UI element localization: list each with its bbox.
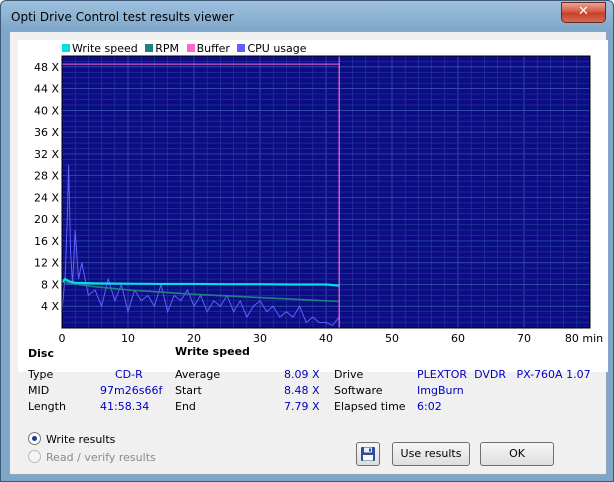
- client-area: Write speed RPM Buffer CPU usage 4 X8 X1…: [9, 31, 608, 475]
- x-tick-label: 0: [59, 332, 66, 345]
- disc-length-label: Length: [28, 400, 66, 413]
- y-tick-label: 40 X: [34, 104, 59, 117]
- start-label: Start: [175, 384, 202, 397]
- disc-type-value: CD-R: [115, 368, 143, 381]
- end-label: End: [175, 400, 196, 413]
- end-value: 7.79 X: [284, 400, 320, 413]
- write-results-option[interactable]: Write results: [28, 432, 115, 446]
- x-tick-label: 70: [517, 332, 531, 345]
- y-tick-label: 36 X: [34, 126, 59, 139]
- disc-type-label: Type: [28, 368, 54, 381]
- y-tick-label: 32 X: [34, 148, 59, 161]
- read-verify-results-label: Read / verify results: [46, 451, 156, 464]
- x-tick-label: 20: [187, 332, 201, 345]
- chart-panel: Write speed RPM Buffer CPU usage 4 X8 X1…: [18, 40, 608, 372]
- read-verify-results-radio: [28, 450, 41, 463]
- elapsed-time-label: Elapsed time: [334, 400, 406, 413]
- close-button[interactable]: ✕: [561, 2, 606, 23]
- disc-mid-value: 97m26s66f: [100, 384, 163, 397]
- y-tick-label: 20 X: [34, 213, 59, 226]
- write-results-label: Write results: [46, 433, 116, 446]
- window-title: Opti Drive Control test results viewer: [11, 10, 234, 24]
- floppy-disk-icon: [361, 447, 375, 461]
- write-results-radio[interactable]: [28, 432, 41, 445]
- y-tick-label: 12 X: [34, 257, 59, 270]
- title-bar[interactable]: Opti Drive Control test results viewer ✕: [1, 1, 613, 31]
- disc-mid-label: MID: [28, 384, 50, 397]
- y-tick-label: 4 X: [41, 300, 59, 313]
- speed-chart: 4 X 8 X 12 X 16 X 20 X 24 X 28 X 32 X 36 X 40 X 44…: [34, 55, 603, 345]
- average-value: 8.09 X: [284, 368, 320, 381]
- use-results-button[interactable]: Use results: [392, 442, 470, 466]
- y-tick-label: 24 X: [34, 191, 59, 204]
- software-value: ImgBurn: [417, 384, 464, 397]
- x-tick-label: 10: [121, 332, 135, 345]
- save-button[interactable]: [356, 442, 380, 466]
- x-tick-label: 30: [253, 332, 267, 345]
- drive-value: PLEXTOR DVDR PX-760A 1.07: [417, 368, 591, 381]
- average-label: Average: [175, 368, 221, 381]
- y-tick-label: 16 X: [34, 235, 59, 248]
- x-tick-label: 40: [319, 332, 333, 345]
- write-speed-heading: Write speed: [175, 345, 250, 358]
- elapsed-time-value: 6:02: [417, 400, 442, 413]
- y-tick-label: 48 X: [34, 61, 59, 74]
- app-window: Opti Drive Control test results viewer ✕…: [0, 0, 614, 482]
- disc-heading: Disc: [28, 347, 54, 360]
- software-label: Software: [334, 384, 383, 397]
- x-tick-label: 80 min: [565, 332, 603, 345]
- y-tick-label: 28 X: [34, 170, 59, 183]
- drive-label: Drive: [334, 368, 364, 381]
- y-tick-label: 8 X: [41, 278, 59, 291]
- disc-length-value: 41:58.34: [100, 400, 150, 413]
- x-tick-label: 50: [385, 332, 399, 345]
- read-verify-results-option: Read / verify results: [28, 450, 156, 464]
- start-value: 8.48 X: [284, 384, 320, 397]
- y-tick-label: 44 X: [34, 83, 59, 96]
- x-tick-label: 60: [451, 332, 465, 345]
- ok-button[interactable]: OK: [480, 442, 554, 466]
